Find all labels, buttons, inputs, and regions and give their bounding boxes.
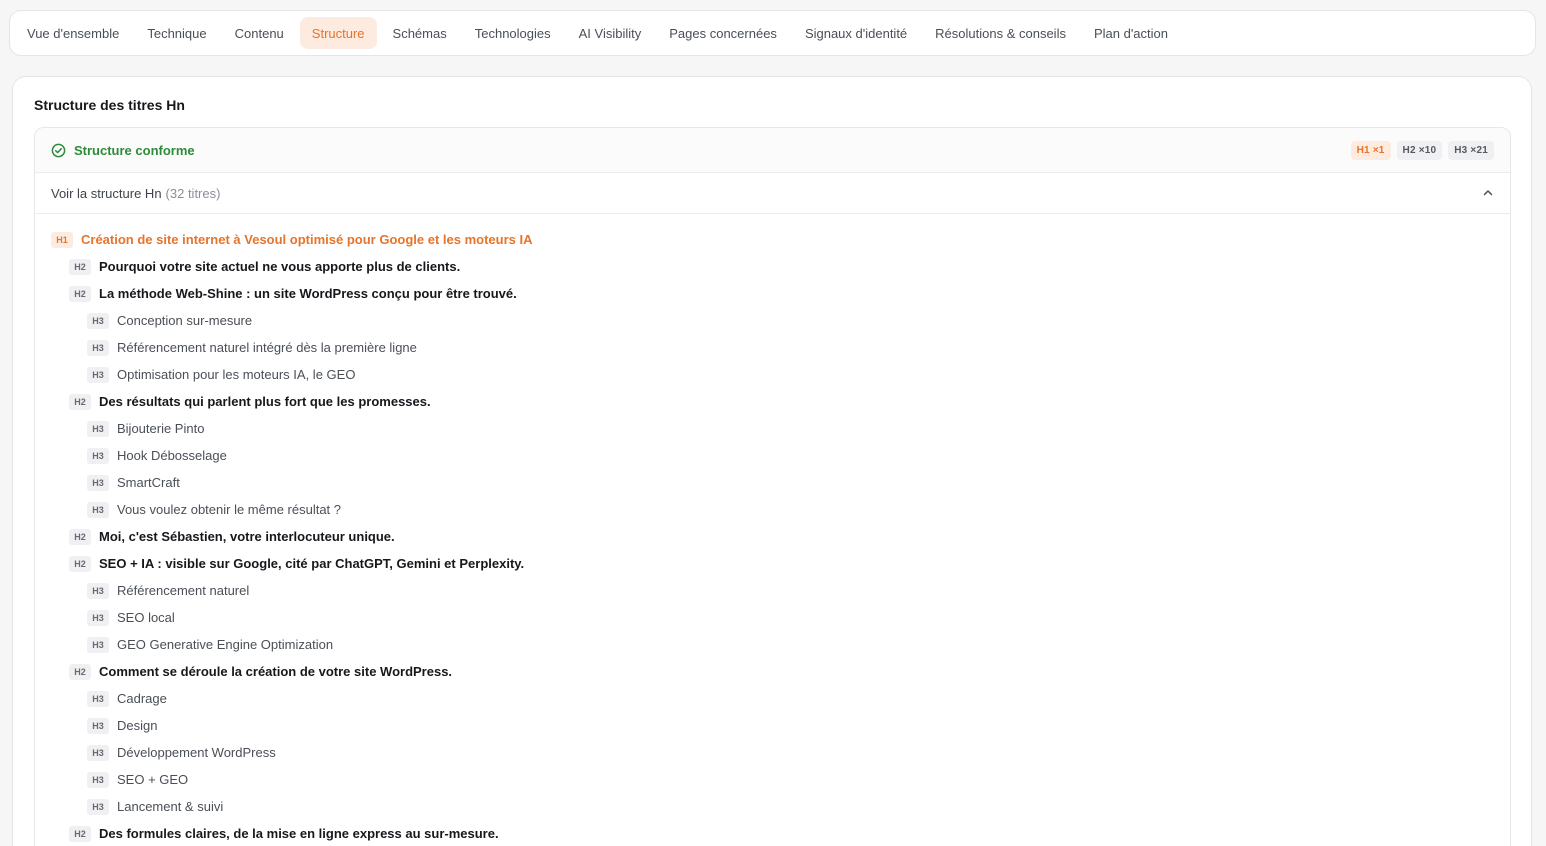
heading-level-tag: H1 — [51, 231, 73, 248]
tab-structure[interactable]: Structure — [299, 17, 377, 49]
toggle-label: Voir la structure Hn — [51, 185, 162, 201]
chevron-up-icon[interactable] — [1482, 187, 1494, 199]
heading-text: Des résultats qui parlent plus fort que … — [99, 394, 431, 409]
tab-bar: Vue d'ensemble Technique Contenu Structu… — [9, 10, 1536, 56]
heading-level-tag: H3 — [87, 636, 109, 653]
hn-structure-panel: Structure conforme H1 ×1 H2 ×10 H3 ×21 V… — [34, 127, 1511, 846]
heading-row: H3 Référencement naturel intégré dès la p… — [35, 334, 1510, 361]
status-label: Structure conforme — [74, 142, 195, 158]
heading-text: La méthode Web-Shine : un site WordPress… — [99, 286, 517, 301]
heading-level-tag: H3 — [87, 366, 109, 383]
heading-text: Pourquoi votre site actuel ne vous appor… — [99, 259, 461, 274]
tab-resolutions[interactable]: Résolutions & conseils — [923, 17, 1078, 49]
heading-text: Lancement & suivi — [117, 799, 224, 814]
heading-row: H3 Bijouterie Pinto — [35, 415, 1510, 442]
heading-level-tag: H2 — [69, 258, 91, 275]
tab-identity-signals[interactable]: Signaux d'identité — [793, 17, 919, 49]
heading-text: Design — [117, 718, 158, 733]
heading-text: Vous voulez obtenir le même résultat ? — [117, 502, 342, 517]
heading-level-tag: H3 — [87, 420, 109, 437]
heading-level-tag: H3 — [87, 717, 109, 734]
heading-text: Conception sur-mesure — [117, 313, 253, 328]
heading-row: H3 Optimisation pour les moteurs IA, le G… — [35, 361, 1510, 388]
heading-row: H3 Design — [35, 712, 1510, 739]
heading-level-tag: H3 — [87, 447, 109, 464]
toggle-count: (32 titres) — [165, 185, 221, 201]
heading-text: Hook Débosselage — [117, 448, 227, 463]
card-title: Structure des titres Hn — [34, 97, 185, 113]
heading-text: Des formules claires, de la mise en lign… — [99, 826, 499, 841]
heading-text: Moi, c'est Sébastien, votre interlocuteu… — [99, 529, 395, 544]
heading-text: GEO Generative Engine Optimization — [117, 637, 334, 652]
heading-row: H3 SmartCraft — [35, 469, 1510, 496]
count-badge-h2: H2 ×10 — [1396, 140, 1443, 160]
heading-text: Création de site internet à Vesoul optim… — [81, 232, 533, 247]
count-badge-h1: H1 ×1 — [1350, 140, 1391, 160]
tab-technical[interactable]: Technique — [135, 17, 218, 49]
heading-text: Référencement naturel intégré dès la pre… — [117, 340, 417, 355]
heading-level-tag: H2 — [69, 285, 91, 302]
structure-toggle[interactable]: Voir la structure Hn (32 titres) — [35, 173, 1510, 214]
heading-level-tag: H3 — [87, 501, 109, 518]
hn-structure-card: Structure des titres Hn Structure confor… — [12, 76, 1532, 846]
tab-action-plan[interactable]: Plan d'action — [1082, 17, 1180, 49]
heading-row: H2 La méthode Web-Shine : un site WordPre… — [35, 280, 1510, 307]
heading-text: SEO local — [117, 610, 175, 625]
tab-ai-visibility[interactable]: AI Visibility — [567, 17, 654, 49]
heading-text: Bijouterie Pinto — [117, 421, 205, 436]
heading-row: H1 Création de site internet à Vesoul opt… — [35, 226, 1510, 253]
heading-row: H2 Des résultats qui parlent plus fort qu… — [35, 388, 1510, 415]
heading-row: H2 Moi, c'est Sébastien, votre interlocut… — [35, 523, 1510, 550]
heading-text: Référencement naturel — [117, 583, 250, 598]
heading-row: H3 Développement WordPress — [35, 739, 1510, 766]
heading-text: Développement WordPress — [117, 745, 276, 760]
heading-level-tag: H3 — [87, 312, 109, 329]
check-circle-icon — [51, 143, 66, 158]
heading-text: Optimisation pour les moteurs IA, le GEO — [117, 367, 356, 382]
heading-row: H3 Conception sur-mesure — [35, 307, 1510, 334]
heading-row: H3 SEO + GEO — [35, 766, 1510, 793]
heading-level-tag: H3 — [87, 798, 109, 815]
heading-row: H3 Lancement & suivi — [35, 793, 1510, 820]
heading-level-tag: H2 — [69, 663, 91, 680]
heading-level-tag: H3 — [87, 690, 109, 707]
status-row: Structure conforme H1 ×1 H2 ×10 H3 ×21 — [35, 128, 1510, 173]
heading-text: Cadrage — [117, 691, 167, 706]
heading-row: H2 Comment se déroule la création de votr… — [35, 658, 1510, 685]
heading-level-tag: H3 — [87, 609, 109, 626]
heading-text: SmartCraft — [117, 475, 180, 490]
heading-level-tag: H3 — [87, 771, 109, 788]
heading-row: H3 SEO local — [35, 604, 1510, 631]
heading-row: H3 Vous voulez obtenir le même résultat ? — [35, 496, 1510, 523]
heading-row: H3 GEO Generative Engine Optimization — [35, 631, 1510, 658]
tab-overview[interactable]: Vue d'ensemble — [15, 17, 131, 49]
heading-level-tag: H3 — [87, 339, 109, 356]
heading-level-tag: H3 — [87, 582, 109, 599]
heading-level-tag: H2 — [69, 825, 91, 842]
heading-row: H3 Hook Débosselage — [35, 442, 1510, 469]
heading-tree: H1 Création de site internet à Vesoul opt… — [35, 214, 1510, 846]
heading-level-tag: H3 — [87, 744, 109, 761]
tab-schemas[interactable]: Schémas — [381, 17, 459, 49]
tab-affected-pages[interactable]: Pages concernées — [657, 17, 789, 49]
count-badge-h3: H3 ×21 — [1448, 140, 1494, 160]
heading-level-tag: H2 — [69, 555, 91, 572]
tab-content[interactable]: Contenu — [223, 17, 296, 49]
heading-level-tag: H2 — [69, 528, 91, 545]
heading-row: H3 Cadrage — [35, 685, 1510, 712]
heading-row: H2 Pourquoi votre site actuel ne vous app… — [35, 253, 1510, 280]
heading-text: Comment se déroule la création de votre … — [99, 664, 453, 679]
heading-level-tag: H3 — [87, 474, 109, 491]
heading-row: H2 SEO + IA : visible sur Google, cité pa… — [35, 550, 1510, 577]
heading-counts: H1 ×1 H2 ×10 H3 ×21 — [1350, 140, 1494, 160]
heading-text: SEO + GEO — [117, 772, 189, 787]
heading-row: H3 Référencement naturel — [35, 577, 1510, 604]
tab-technologies[interactable]: Technologies — [463, 17, 563, 49]
heading-level-tag: H2 — [69, 393, 91, 410]
heading-row: H2 Des formules claires, de la mise en li… — [35, 820, 1510, 846]
heading-text: SEO + IA : visible sur Google, cité par … — [99, 556, 525, 571]
